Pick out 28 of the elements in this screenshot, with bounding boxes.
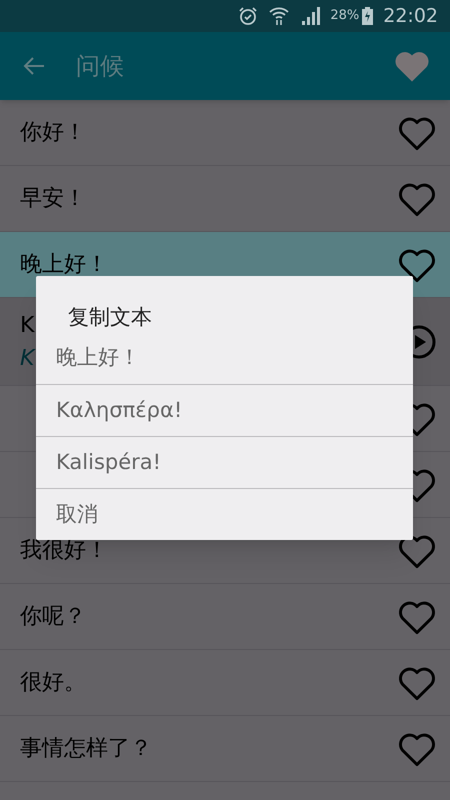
dialog-option[interactable]: Καλησπέρα!	[36, 384, 413, 436]
greek-text: K	[20, 312, 34, 340]
phrase-text: 事情怎样了？	[20, 735, 152, 763]
phrase-text: 很好。	[20, 669, 86, 697]
wifi-icon	[268, 6, 290, 26]
phrase-row[interactable]: 你好！	[0, 100, 450, 166]
phrase-text: 你呢？	[20, 603, 86, 631]
phrase-text: 我很好！	[20, 537, 108, 565]
phrase-text: 晚上好！	[20, 251, 108, 279]
dialog-title: 复制文本	[67, 304, 153, 331]
phrase-row[interactable]: 你呢？	[0, 584, 450, 650]
dialog-option[interactable]: Kalispéra!	[36, 436, 413, 488]
dialog-option[interactable]: 取消	[36, 488, 413, 540]
phrase-text: 你好！	[20, 119, 86, 147]
back-icon[interactable]	[22, 56, 46, 76]
phrase-row[interactable]: 事情怎样了？	[0, 716, 450, 782]
battery-percent: 28%	[330, 7, 360, 26]
battery-icon	[362, 7, 374, 25]
heart-icon[interactable]	[397, 532, 437, 568]
alarm-icon	[238, 6, 258, 26]
heart-icon[interactable]	[397, 246, 437, 282]
clock-time: 22:02	[383, 4, 438, 29]
screen-title: 问候	[76, 51, 125, 82]
phrase-row[interactable]: 很好。	[0, 650, 450, 716]
transliteration-text: K	[20, 344, 34, 372]
phrase-text: 早安！	[20, 185, 86, 213]
dialog-option[interactable]: 晚上好！	[36, 332, 413, 384]
signal-icon	[300, 7, 320, 25]
